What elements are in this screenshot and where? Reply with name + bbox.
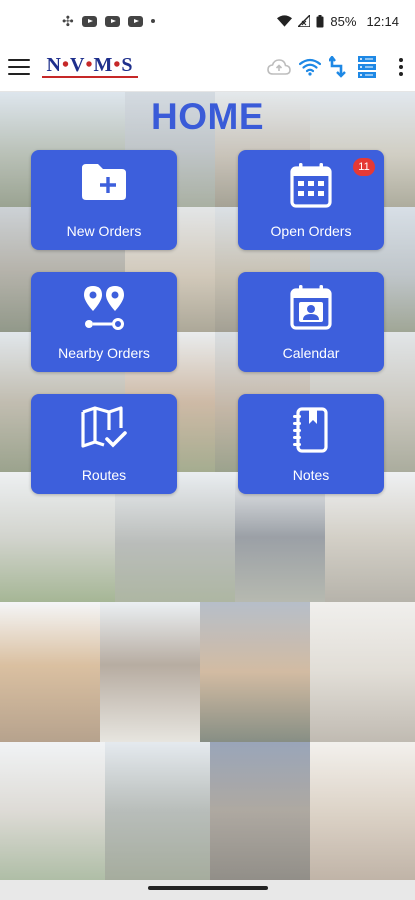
more-vert-icon[interactable]	[399, 57, 403, 76]
nvms-logo: N•V•M•S	[42, 55, 138, 78]
folder-add-icon	[82, 164, 126, 200]
logo-underline	[42, 76, 138, 78]
calendar-button[interactable]: Calendar	[238, 272, 384, 372]
open-orders-label: Open Orders	[270, 223, 352, 239]
youtube-icon	[104, 15, 120, 27]
wifi-icon[interactable]	[299, 58, 321, 76]
open-orders-badge: 11	[353, 158, 375, 176]
more-notifications-icon	[150, 19, 155, 23]
notes-label: Notes	[292, 467, 330, 483]
cloud-upload-icon[interactable]	[267, 58, 291, 76]
pinwheel-icon: ✣	[62, 12, 74, 29]
sync-icon[interactable]	[329, 55, 349, 78]
routes-button[interactable]: Routes	[31, 394, 177, 494]
clock: 12:14	[366, 13, 399, 29]
app-bar-actions	[267, 55, 403, 79]
app-bar: N•V•M•S	[0, 42, 415, 92]
youtube-icon	[127, 15, 143, 27]
menu-icon[interactable]	[8, 58, 30, 75]
signal-icon	[298, 15, 311, 27]
location-pins-icon	[84, 286, 124, 330]
system-status: 85% 12:14	[277, 14, 399, 29]
notification-icons: ✣	[62, 13, 155, 30]
system-nav-bar	[0, 880, 415, 900]
logo-text: N•V•M•S	[46, 54, 134, 76]
notes-button[interactable]: Notes	[238, 394, 384, 494]
calendar-person-icon	[290, 285, 332, 330]
server-icon[interactable]	[357, 55, 377, 79]
nearby-orders-button[interactable]: Nearby Orders	[31, 272, 177, 372]
notebook-icon	[293, 407, 328, 453]
youtube-icon	[81, 15, 97, 27]
home-screen: HOME New Orders 11 Open Orders Nearby Or…	[0, 92, 415, 880]
map-check-icon	[81, 406, 127, 448]
routes-label: Routes	[81, 467, 127, 483]
new-orders-label: New Orders	[66, 223, 142, 239]
battery-level: 85%	[330, 13, 357, 29]
battery-icon	[316, 14, 324, 27]
home-gesture-handle[interactable]	[148, 886, 268, 890]
status-bar: ✣ 85% 12:14	[0, 0, 415, 42]
new-orders-button[interactable]: New Orders	[31, 150, 177, 250]
page-title: HOME	[151, 96, 264, 137]
open-orders-button[interactable]: 11 Open Orders	[238, 150, 384, 250]
calendar-grid-icon	[290, 163, 332, 208]
nearby-orders-label: Nearby Orders	[58, 345, 150, 361]
calendar-label: Calendar	[282, 345, 340, 361]
wifi-status-icon	[277, 15, 293, 27]
